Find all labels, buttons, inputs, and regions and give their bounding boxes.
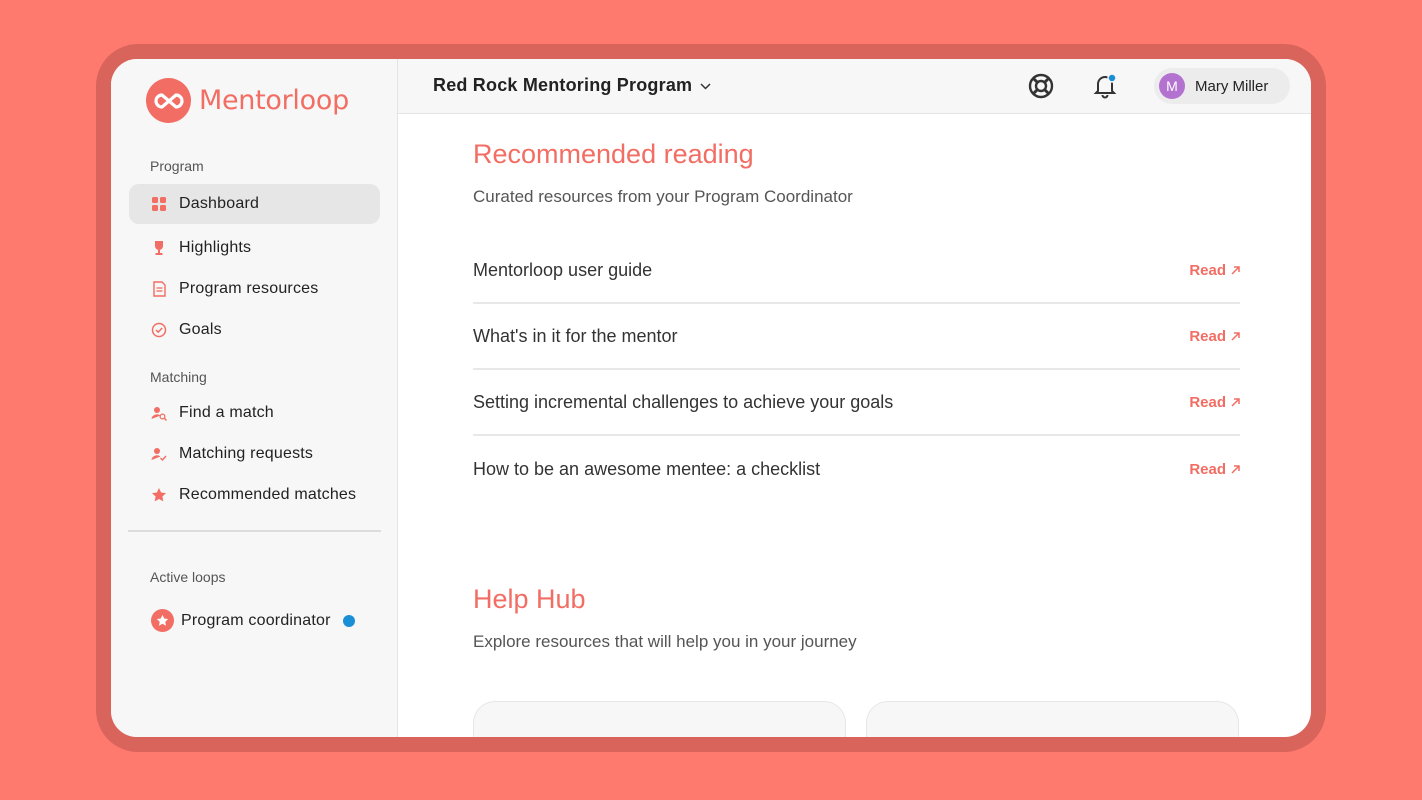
avatar: M [1159,73,1185,99]
sidebar-item-matching-requests[interactable]: Matching requests [129,434,380,474]
external-arrow-icon [1231,265,1240,275]
help-hub-subtitle: Explore resources that will help you in … [473,632,857,651]
sidebar-item-dashboard[interactable]: Dashboard [129,184,380,224]
sidebar-item-label: Highlights [179,239,252,256]
resource-title: Mentorloop user guide [473,259,653,280]
app-window: Mentorloop Program Dashboard Highlights … [111,59,1311,737]
program-selector[interactable]: Red Rock Mentoring Program [433,75,711,96]
user-name: Mary Miller [1195,77,1269,95]
user-menu[interactable]: M Mary Miller [1154,68,1290,104]
help-hub-card[interactable] [866,701,1239,737]
resource-title: What's in it for the mentor [473,325,678,346]
mentorloop-logo[interactable]: Mentorloop [146,78,349,123]
sidebar-item-program-resources[interactable]: Program resources [129,269,380,309]
resource-row[interactable]: Setting incremental challenges to achiev… [473,370,1240,436]
external-arrow-icon [1231,397,1240,407]
sidebar-item-recommended-matches[interactable]: Recommended matches [129,475,380,515]
section-label-program: Program [150,158,204,174]
section-label-matching: Matching [150,369,207,385]
person-check-icon [151,446,167,462]
resource-title: Setting incremental challenges to achiev… [473,391,894,412]
read-label: Read [1189,393,1226,411]
help-hub-card[interactable] [473,701,846,737]
external-arrow-icon [1231,464,1240,474]
sidebar-item-label: Program resources [179,280,319,297]
sidebar-item-goals[interactable]: Goals [129,310,380,350]
read-label: Read [1189,460,1226,478]
resource-title: How to be an awesome mentee: a checklist [473,458,821,479]
sidebar: Mentorloop Program Dashboard Highlights … [111,59,398,737]
document-icon [151,281,167,297]
read-link[interactable]: Read [1189,328,1240,345]
read-link[interactable]: Read [1189,394,1240,411]
resource-row[interactable]: What's in it for the mentor Read [473,304,1240,370]
sidebar-item-label: Matching requests [179,445,314,462]
sidebar-divider [128,530,381,532]
help-lifebuoy-icon[interactable] [1026,71,1056,101]
person-search-icon [151,405,167,421]
loop-label: Program coordinator [181,611,331,629]
sidebar-item-label: Goals [179,321,222,338]
read-link[interactable]: Read [1189,262,1240,279]
sidebar-item-label: Dashboard [179,195,260,212]
sidebar-item-highlights[interactable]: Highlights [129,228,380,268]
top-header: Red Rock Mentoring Program M Mary Miller [398,59,1311,114]
dashboard-icon [151,196,167,212]
resource-row[interactable]: How to be an awesome mentee: a checklist… [473,436,1240,502]
chevron-down-icon [700,77,711,95]
notification-bell-icon[interactable] [1090,71,1120,101]
sidebar-item-label: Find a match [179,404,274,421]
read-link[interactable]: Read [1189,461,1240,478]
sidebar-item-find-a-match[interactable]: Find a match [129,393,380,433]
star-icon [151,487,167,503]
recommended-reading-subtitle: Curated resources from your Program Coor… [473,187,853,206]
sidebar-item-label: Recommended matches [179,486,357,503]
read-label: Read [1189,327,1226,345]
resource-row[interactable]: Mentorloop user guide Read [473,238,1240,304]
star-badge-icon [151,609,174,632]
recommended-reading-title: Recommended reading [473,139,754,169]
loop-item-program-coordinator[interactable]: Program coordinator [151,609,355,632]
program-name: Red Rock Mentoring Program [433,75,693,95]
section-label-active-loops: Active loops [150,569,226,585]
unread-indicator [342,614,355,627]
read-label: Read [1189,261,1226,279]
check-circle-icon [151,322,167,338]
trophy-icon [151,240,167,256]
infinity-loop-icon [146,78,191,123]
external-arrow-icon [1231,331,1240,341]
help-hub-title: Help Hub [473,584,586,614]
brand-name: Mentorloop [199,85,349,116]
